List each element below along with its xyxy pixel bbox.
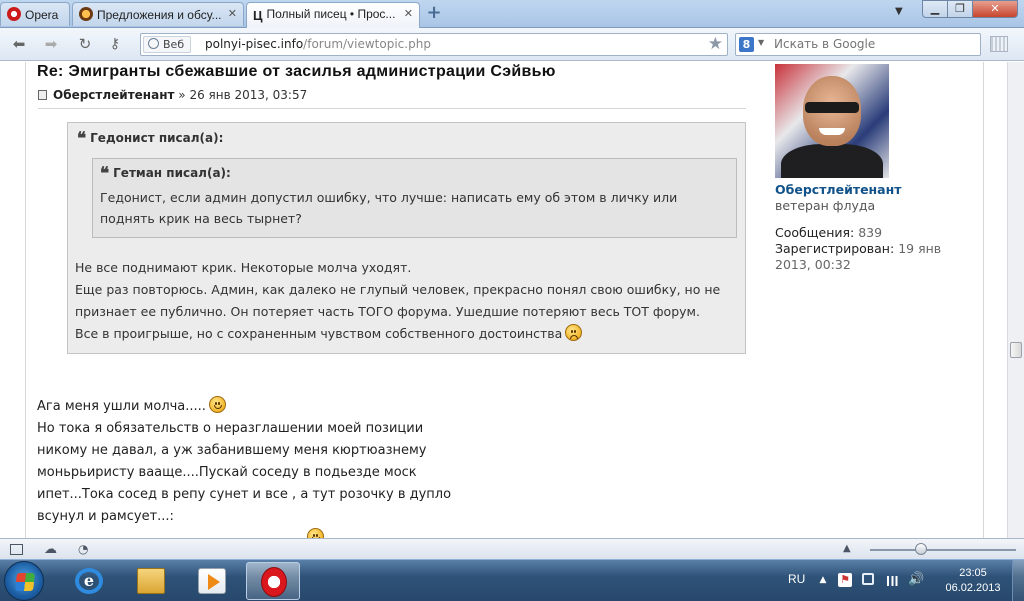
panels-icon[interactable] <box>10 544 23 555</box>
profile-username[interactable]: Оберстлейтенант <box>775 182 975 197</box>
quote-mark-icon: ❝ <box>77 129 87 149</box>
quote-text: Не все поднимают крик. Некоторые молча у… <box>75 260 721 341</box>
scrollbar-thumb[interactable] <box>1010 342 1022 358</box>
maximize-button[interactable]: ❐ <box>947 0 973 18</box>
quote-block-outer: ❝ Гедонист писал(а): ❝ Гетман писал(а): Ге… <box>67 122 746 354</box>
back-arrow-icon[interactable]: ⬅ <box>8 34 30 54</box>
tab-label: Opera <box>25 8 59 22</box>
tab-polnyi-pisec[interactable]: Ц Полный писец • Прос... ✕ <box>246 2 420 28</box>
tab-opera-menu[interactable]: Opera <box>0 2 70 26</box>
post-container: Re: Эмигранты сбежавшие от засилья админ… <box>25 62 984 538</box>
sad-smiley-icon <box>565 324 583 341</box>
reload-icon[interactable]: ↻ <box>74 34 96 54</box>
windows-logo-icon <box>15 573 35 591</box>
forward-arrow-icon[interactable]: ➡ <box>40 34 62 54</box>
zoom-slider-thumb[interactable] <box>915 543 927 555</box>
tab-bar: Opera Предложения и обсу... ✕ Ц Полный пи… <box>0 0 1024 28</box>
search-engine-chevron-icon[interactable]: ▼ <box>758 38 764 47</box>
device-icon[interactable] <box>862 573 874 585</box>
action-center-flag-icon[interactable]: ⚑ <box>838 573 852 587</box>
volume-icon[interactable]: 🔊 <box>908 573 924 587</box>
vertical-scrollbar[interactable] <box>1007 62 1024 538</box>
forum-favicon-icon: Ц <box>253 8 263 23</box>
folder-icon <box>137 568 165 594</box>
smile-icon <box>307 528 324 538</box>
search-input[interactable] <box>774 37 974 51</box>
internet-explorer-task[interactable]: e <box>62 562 116 600</box>
globe-icon <box>148 38 159 49</box>
quote-mark-icon: ❝ <box>100 164 110 184</box>
tab-list-chevron-icon[interactable]: ▼ <box>895 6 903 17</box>
close-tab-icon[interactable]: ✕ <box>404 7 413 20</box>
quote-text: Гедонист, если админ допустил ошибку, чт… <box>100 190 678 226</box>
quote-cite: ❝ Гетман писал(а): <box>100 164 231 184</box>
opera-unite-cloud-icon[interactable]: ☁ <box>44 542 57 557</box>
profile-stats: Сообщения: 839 Зарегистрирован: 19 янв 2… <box>775 225 942 272</box>
navigation-bar: ⬅ ➡ ↻ ⚷ Веб polnyi-pisec.info/forum/view… <box>0 28 1024 61</box>
opera-logo-icon <box>7 7 21 21</box>
zoom-slider[interactable] <box>870 549 1016 551</box>
tab-proposals[interactable]: Предложения и обсу... ✕ <box>72 2 244 26</box>
show-hidden-icons-icon[interactable]: ▲ <box>816 573 830 587</box>
media-player-icon <box>198 568 226 594</box>
tab-label: Предложения и обсу... <box>97 8 222 22</box>
media-player-task[interactable] <box>185 562 239 600</box>
language-indicator[interactable]: RU <box>788 572 805 586</box>
post-meta: Оберстлейтенант » 26 янв 2013, 03:57 <box>38 88 307 102</box>
zoom-menu-icon[interactable]: ▲ <box>843 543 851 554</box>
show-desktop-button[interactable] <box>1012 560 1024 601</box>
quote-cite: ❝ Гедонист писал(а): <box>77 129 224 149</box>
profile-rank: ветеран флуда <box>775 198 876 213</box>
post-body: Ага меня ушли молча..... Но тока я обяза… <box>37 396 557 538</box>
status-bar: ☁ ◔ ▲ <box>0 538 1024 559</box>
panel-toggle-icon[interactable] <box>990 36 1008 52</box>
bookmark-star-icon[interactable]: ★ <box>708 34 723 54</box>
start-button[interactable] <box>4 561 44 601</box>
post-icon[interactable] <box>38 90 47 100</box>
quote-block-inner: ❝ Гетман писал(а): Гедонист, если админ д… <box>92 158 737 238</box>
site-info-badge[interactable]: Веб <box>143 36 192 53</box>
wand-key-icon[interactable]: ⚷ <box>104 34 126 54</box>
message-count[interactable]: 839 <box>858 225 882 240</box>
author-profile: Оберстлейтенант ветеран флуда Сообщения:… <box>775 64 975 273</box>
page-viewport: Re: Эмигранты сбежавшие от засилья админ… <box>0 62 1007 538</box>
minimize-button[interactable]: ▁ <box>922 0 948 18</box>
close-tab-icon[interactable]: ✕ <box>228 7 237 20</box>
close-window-button[interactable]: ✕ <box>972 0 1018 18</box>
tab-label: Полный писец • Прос... <box>266 7 396 21</box>
address-field[interactable]: Веб polnyi-pisec.info/forum/viewtopic.ph… <box>140 33 728 56</box>
smile-icon <box>208 396 226 413</box>
network-signal-icon[interactable] <box>885 576 899 586</box>
post-author[interactable]: Оберстлейтенант <box>53 88 174 102</box>
avatar[interactable] <box>775 64 889 178</box>
opera-task[interactable] <box>246 562 300 600</box>
url-text[interactable]: polnyi-pisec.info/forum/viewtopic.php <box>205 37 431 51</box>
turbo-gauge-icon[interactable]: ◔ <box>78 542 88 556</box>
new-tab-button[interactable]: + <box>424 4 444 24</box>
opera-icon <box>261 567 287 597</box>
search-field[interactable]: 8 ▼ <box>735 33 981 56</box>
internet-explorer-icon: e <box>75 568 103 594</box>
post-date: 26 янв 2013, 03:57 <box>189 88 308 102</box>
file-explorer-task[interactable] <box>124 562 178 600</box>
windows-taskbar: e RU ▲ ⚑ 🔊 23:05 06.02.2013 <box>0 559 1024 601</box>
google-icon[interactable]: 8 <box>739 37 754 52</box>
divider <box>38 108 746 109</box>
system-tray: RU ▲ ⚑ 🔊 23:05 06.02.2013 <box>780 560 1024 601</box>
post-title[interactable]: Re: Эмигранты сбежавшие от засилья админ… <box>37 63 556 81</box>
site-favicon-icon <box>79 7 93 21</box>
clock[interactable]: 23:05 06.02.2013 <box>938 566 1008 596</box>
